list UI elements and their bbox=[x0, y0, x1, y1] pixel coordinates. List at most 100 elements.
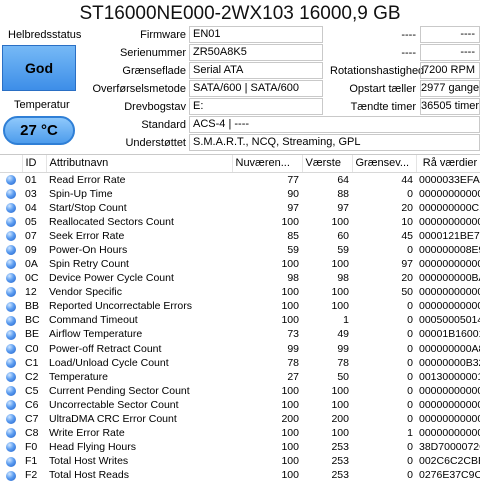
cell-threshold: 0 bbox=[407, 413, 413, 426]
table-row[interactable]: 05 Reallocated Sectors Count 100 100 10 00000… bbox=[0, 215, 480, 229]
status-dot-icon bbox=[6, 442, 16, 453]
cell-worst: 49 bbox=[337, 328, 349, 341]
table-row[interactable]: BE Airflow Temperature 73 49 0 00001B16001B bbox=[0, 327, 480, 341]
cell-raw: 0000033EFAD4 bbox=[419, 173, 480, 186]
cell-id: 03 bbox=[25, 187, 37, 200]
cell-current: 97 bbox=[287, 201, 299, 214]
status-dot-icon bbox=[6, 456, 16, 467]
table-row[interactable]: C6 Uncorrectable Sector Count 100 100 0 00000… bbox=[0, 398, 480, 412]
health-status-button[interactable]: God bbox=[2, 45, 76, 91]
cell-raw: 000000000BA1 bbox=[419, 272, 480, 285]
transfer-mode-label: Overførselsmetode bbox=[92, 83, 186, 95]
power-on-count-field: 2977 gange bbox=[420, 80, 480, 97]
cell-worst: 59 bbox=[337, 243, 349, 256]
status-cell bbox=[0, 370, 22, 384]
cell-current: 99 bbox=[287, 342, 299, 355]
status-cell bbox=[0, 440, 22, 454]
firmware-label: Firmware bbox=[140, 29, 186, 41]
cell-attribute: Vendor Specific bbox=[49, 286, 122, 299]
column-header-attribute[interactable]: Attributnavn bbox=[46, 155, 233, 173]
cell-worst: 97 bbox=[337, 201, 349, 214]
cell-attribute: Read Error Rate bbox=[49, 173, 126, 186]
cell-id: 0C bbox=[25, 272, 39, 285]
table-row[interactable]: C7 UltraDMA CRC Error Count 200 200 0 0000000… bbox=[0, 412, 480, 426]
right-label-1: ---- bbox=[401, 29, 416, 41]
cell-attribute: UltraDMA CRC Error Count bbox=[49, 413, 177, 426]
cell-id: F0 bbox=[25, 441, 38, 454]
cell-threshold: 97 bbox=[401, 258, 413, 271]
table-row[interactable]: 07 Seek Error Rate 85 60 45 0000121BE726 bbox=[0, 229, 480, 243]
status-dot-icon bbox=[6, 287, 16, 298]
cell-threshold: 0 bbox=[407, 314, 413, 327]
cell-id: BE bbox=[25, 328, 40, 341]
cell-current: 100 bbox=[281, 384, 299, 397]
cell-current: 27 bbox=[287, 370, 299, 383]
table-row[interactable]: C5 Current Pending Sector Count 100 100 0 000… bbox=[0, 384, 480, 398]
table-row[interactable]: C8 Write Error Rate 100 100 1 000000000000 bbox=[0, 426, 480, 440]
cell-raw: 00001B16001B bbox=[419, 328, 480, 341]
status-cell bbox=[0, 412, 22, 426]
status-dot-icon bbox=[6, 216, 16, 227]
status-dot-icon bbox=[6, 329, 16, 340]
drive-letter-label: Drevbogstav bbox=[124, 101, 186, 113]
table-row[interactable]: 0A Spin Retry Count 100 100 97 000000000000 bbox=[0, 257, 480, 271]
drive-title: ST16000NE000-2WX103 16000,9 GB bbox=[79, 3, 401, 24]
table-row[interactable]: BC Command Timeout 100 1 0 000500050146 bbox=[0, 313, 480, 327]
status-cell bbox=[0, 243, 22, 257]
cell-id: C5 bbox=[25, 384, 39, 397]
column-header-raw[interactable]: Rå værdier bbox=[416, 155, 480, 173]
standard-label: Standard bbox=[141, 119, 186, 131]
cell-worst: 100 bbox=[331, 300, 349, 313]
cell-worst: 253 bbox=[331, 469, 349, 482]
table-row[interactable]: F0 Head Flying Hours 100 253 0 38D7000072CE bbox=[0, 440, 480, 454]
table-row[interactable]: 01 Read Error Rate 77 64 44 0000033EFAD4 bbox=[0, 172, 480, 187]
cell-raw: 38D7000072CE bbox=[419, 441, 480, 454]
table-row[interactable]: BB Reported Uncorrectable Errors 100 100 0 00… bbox=[0, 299, 480, 313]
column-header-status[interactable] bbox=[0, 155, 23, 173]
smart-attributes-table[interactable]: ID Attributnavn Nuværen... Værste Grænse… bbox=[0, 154, 480, 494]
table-row[interactable]: 04 Start/Stop Count 97 97 20 000000000C10 bbox=[0, 201, 480, 215]
cell-attribute: Current Pending Sector Count bbox=[49, 384, 190, 397]
cell-id: F2 bbox=[25, 469, 38, 482]
table-row[interactable]: C0 Power-off Retract Count 99 99 0 000000000A… bbox=[0, 342, 480, 356]
cell-worst: 100 bbox=[331, 258, 349, 271]
table-row[interactable]: F2 Total Host Reads 100 253 0 0276E37C9C4C bbox=[0, 468, 480, 482]
column-header-id[interactable]: ID bbox=[22, 155, 47, 173]
column-header-threshold[interactable]: Grænsev... bbox=[352, 155, 417, 173]
right-field-1: ---- bbox=[420, 26, 480, 43]
status-cell bbox=[0, 257, 22, 271]
status-cell bbox=[0, 398, 22, 412]
status-cell bbox=[0, 271, 22, 285]
cell-raw: 000000000000 bbox=[419, 215, 480, 228]
cell-current: 59 bbox=[287, 243, 299, 256]
status-dot-icon bbox=[6, 273, 16, 284]
cell-current: 77 bbox=[287, 173, 299, 186]
table-row[interactable]: 12 Vendor Specific 100 100 50 000000000000 bbox=[0, 285, 480, 299]
table-row[interactable]: C2 Temperature 27 50 0 00130000001B bbox=[0, 370, 480, 384]
cell-worst: 100 bbox=[331, 286, 349, 299]
table-row[interactable]: C1 Load/Unload Cycle Count 78 78 0 00000000B3… bbox=[0, 356, 480, 370]
cell-threshold: 10 bbox=[401, 215, 413, 228]
cell-worst: 78 bbox=[337, 356, 349, 369]
cell-current: 100 bbox=[281, 300, 299, 313]
cell-attribute: Spin Retry Count bbox=[49, 258, 129, 271]
cell-threshold: 0 bbox=[407, 370, 413, 383]
temperature-button[interactable]: 27 °C bbox=[3, 116, 75, 145]
cell-worst: 253 bbox=[331, 455, 349, 468]
cell-id: C2 bbox=[25, 370, 39, 383]
cell-current: 100 bbox=[281, 258, 299, 271]
cell-threshold: 0 bbox=[407, 187, 413, 200]
table-row[interactable]: F1 Total Host Writes 100 253 0 002C6C2CBE60 bbox=[0, 454, 480, 468]
cell-attribute: Reallocated Sectors Count bbox=[49, 215, 174, 228]
cell-raw: 00130000001B bbox=[419, 370, 480, 383]
cell-threshold: 0 bbox=[407, 455, 413, 468]
table-row[interactable]: 0C Device Power Cycle Count 98 98 20 00000000… bbox=[0, 271, 480, 285]
cell-attribute: Command Timeout bbox=[49, 314, 138, 327]
cell-current: 100 bbox=[281, 455, 299, 468]
column-header-current[interactable]: Nuværen... bbox=[232, 155, 303, 173]
table-row[interactable]: 09 Power-On Hours 59 59 0 000000008E99 bbox=[0, 243, 480, 257]
column-header-worst[interactable]: Værste bbox=[302, 155, 353, 173]
table-row[interactable]: 03Spin-Up Time90880000000000000 bbox=[0, 187, 480, 201]
health-status-label: Helbredsstatus bbox=[8, 29, 82, 41]
cell-raw: 000000000000 bbox=[419, 413, 480, 426]
